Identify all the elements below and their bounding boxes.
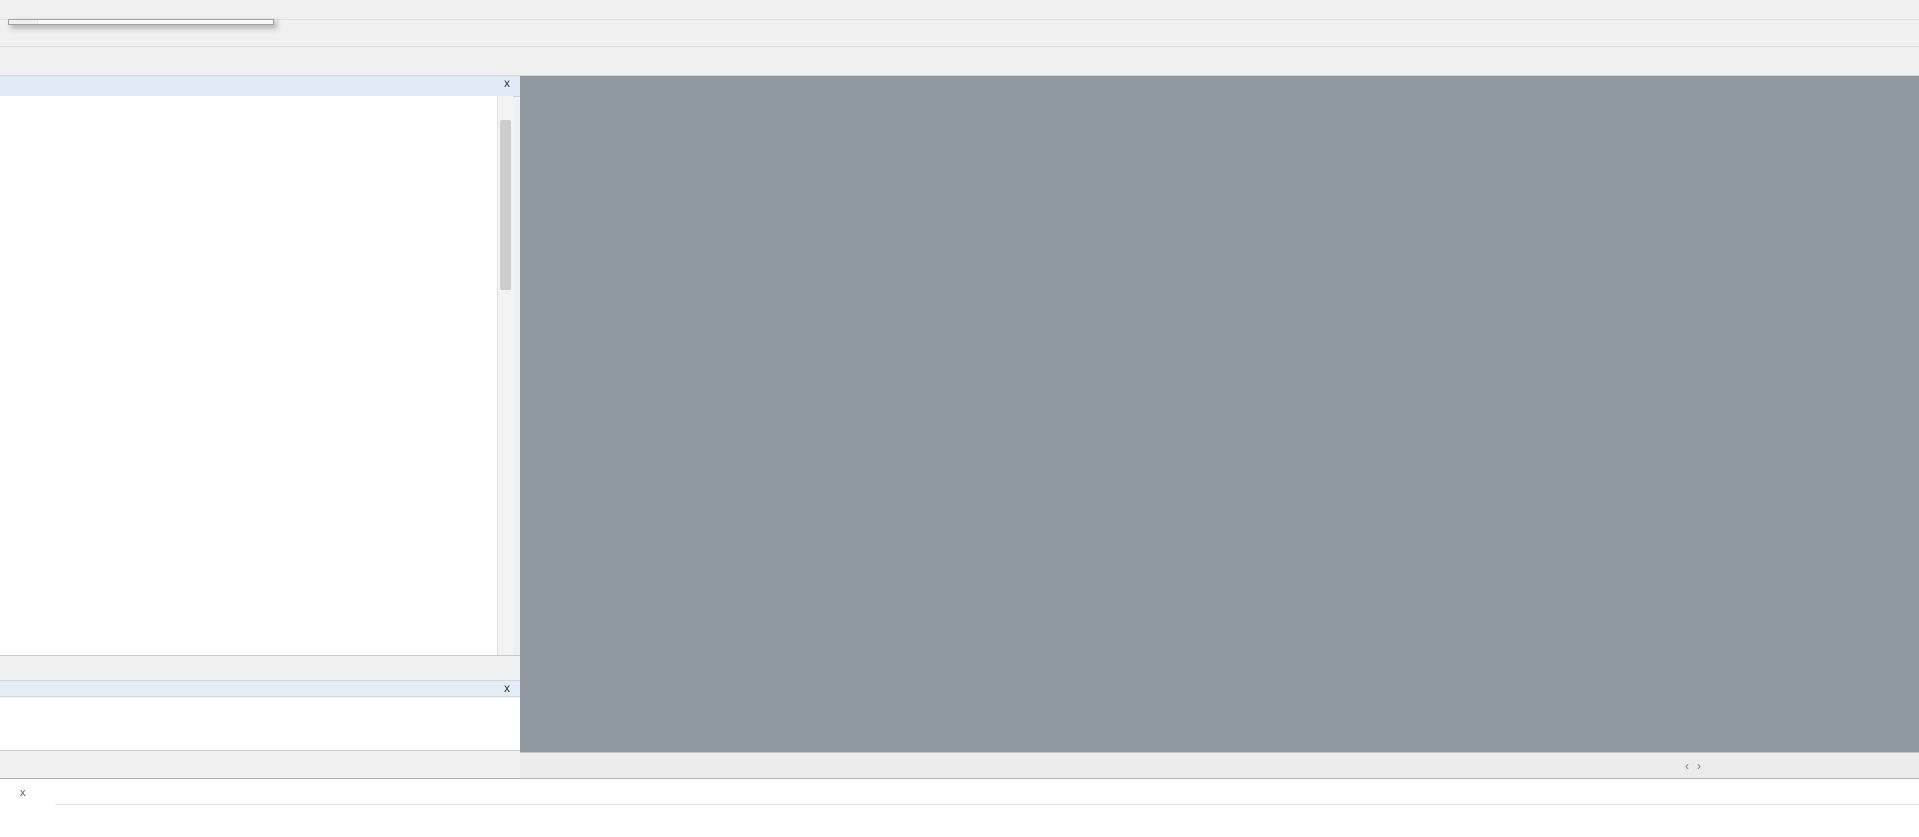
terminal-header [55, 782, 1919, 805]
chart-workspace: ‹› [520, 76, 1919, 778]
spread-column-header[interactable] [430, 96, 497, 117]
navigator-close-icon[interactable]: x [500, 682, 514, 696]
terminal-rows [55, 805, 1919, 837]
file-menu-dropdown [8, 19, 274, 25]
terminal-close-icon[interactable]: x [20, 787, 26, 799]
market-watch-close-icon[interactable]: x [500, 77, 514, 91]
charts-toolbar [0, 47, 1919, 76]
terminal-panel: x [0, 778, 1919, 837]
tab-scroll-right-icon: › [1697, 759, 1701, 773]
symbol-column-header[interactable] [0, 96, 188, 117]
navigator-titlebar: x [0, 680, 520, 697]
left-dock: x x [0, 76, 521, 778]
menu-bar [0, 0, 1919, 20]
market-watch-tabs [0, 655, 520, 678]
ask-column-header[interactable] [306, 96, 430, 117]
chart-tab-bar: ‹› [520, 752, 1919, 778]
bid-column-header[interactable] [188, 96, 306, 117]
navigator-tabs [0, 750, 520, 774]
chart-tab-scroll[interactable]: ‹› [1685, 759, 1701, 773]
market-watch-scrollbar[interactable] [497, 96, 513, 655]
market-watch-header [0, 96, 497, 118]
navigator-tree [0, 698, 520, 750]
tab-scroll-left-icon: ‹ [1685, 759, 1689, 773]
market-watch-titlebar: x [0, 76, 520, 97]
market-watch-table [0, 117, 497, 655]
standard-toolbar [0, 19, 1919, 47]
mt4-terminal: x x ‹› x [0, 0, 1919, 837]
